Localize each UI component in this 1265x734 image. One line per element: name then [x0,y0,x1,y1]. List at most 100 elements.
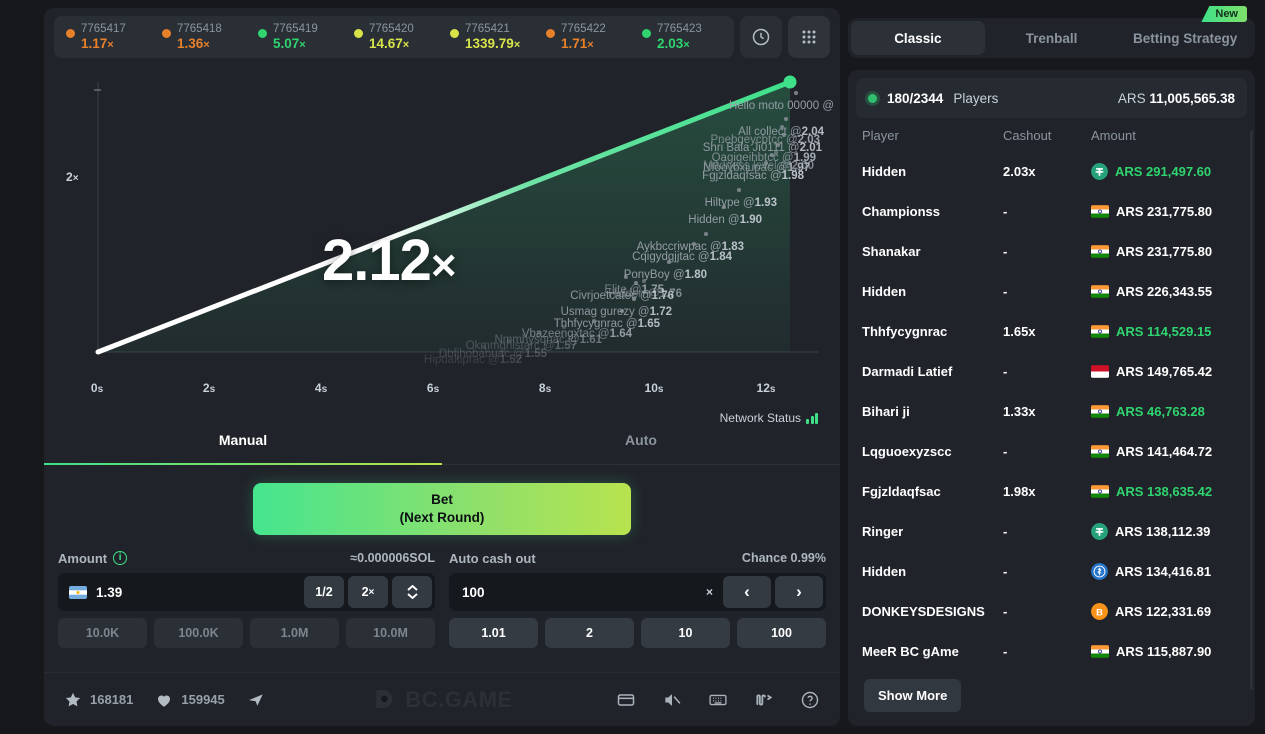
round-id: 7765418 [177,22,222,35]
table-row[interactable]: Ringer - ARS 138,112.39 [848,511,1255,551]
window-mode-button[interactable] [616,690,636,710]
chart-cashout-dot [624,275,628,279]
row-amount-group: ARS 231,775.80 [1091,244,1241,259]
round-history-item[interactable]: 7765421 1339.79× [442,23,538,52]
column-player: Player [862,128,899,143]
amount-quick-button[interactable]: 10.0M [346,618,435,648]
table-row[interactable]: Darmadi Latief - ARS 149,765.42 [848,351,1255,391]
autocashout-input[interactable]: 100 [452,585,702,600]
chance-label: Chance 0.99% [741,551,826,565]
players-summary: 180/2344 Players ARS 11,005,565.38 [856,78,1247,118]
table-row[interactable]: Shanakar - ARS 231,775.80 [848,231,1255,271]
game-column: 7765417 1.17× 7765418 1.36× 7765419 5.07× 7765… [0,0,848,734]
history-clock-button[interactable] [740,16,782,58]
table-row[interactable]: Lqguoexyzscc - ARS 141,464.72 [848,431,1255,471]
sidebar-tab-trenball[interactable]: Trenball [985,21,1119,55]
table-row[interactable]: Thhfycygnrac 1.65x ARS 114,529.15 [848,311,1255,351]
sidebar-tab-classic[interactable]: Classic [851,21,985,55]
amount-half-button[interactable]: 1/2 [304,576,344,608]
autocashout-next-button[interactable]: › [775,576,823,608]
round-history-item[interactable]: 7765422 1.71× [538,23,634,52]
players-scrollbar[interactable] [1250,130,1253,690]
round-result-dot [642,28,651,38]
amount-stepper[interactable] [392,576,432,608]
chart-cashout-dot [780,125,784,129]
amount-value: 1.39 [96,584,123,600]
footer-tools [616,690,820,710]
hotkeys-button[interactable] [708,690,728,710]
india-flag-icon [1091,444,1109,458]
send-icon [248,693,263,706]
sidebar-tab-betting-strategy[interactable]: Betting Strategy [1118,21,1252,55]
amount-quick-button[interactable]: 100.0K [154,618,243,648]
table-row[interactable]: Championss - ARS 231,775.80 [848,191,1255,231]
round-history-item[interactable]: 7765420 14.67× [346,23,442,52]
place-bet-button[interactable]: Bet (Next Round) [253,483,631,535]
x-axis-tick: 12s [756,381,776,395]
autocashout-quick-button[interactable]: 2 [545,618,634,648]
info-icon[interactable]: i [113,551,128,565]
trend-button[interactable] [754,690,774,710]
row-amount-group: ARS 134,416.81 [1091,562,1241,580]
round-result-dot [258,28,267,38]
amount-input[interactable]: 1.39 [61,585,300,600]
round-history-item[interactable]: 7765419 5.07× [250,23,346,52]
bet-tab-manual[interactable]: Manual [44,415,442,465]
usdt-icon [1091,522,1108,540]
round-result-dot [546,28,555,38]
amount-double-button[interactable]: 2 × [348,576,388,608]
round-history-list: 7765417 1.17× 7765418 1.36× 7765419 5.07× 7765… [54,16,734,58]
players-table-header: Player Cashout Amount [848,118,1255,151]
sidebar: New Classic Trenball Betting Strategy 180/… [848,6,1255,726]
table-row[interactable]: DONKEYSDESIGNS - B ARS 122,331.69 [848,591,1255,631]
favorites-stat[interactable]: 168181 [64,691,133,709]
trend-wave-icon [756,694,773,705]
history-grid-button[interactable] [788,16,830,58]
show-more-button[interactable]: Show More [864,679,962,712]
players-count-group: 180/2344 Players [868,91,998,106]
row-amount-group: ARS 138,635.42 [1091,484,1241,499]
speaker-muted-icon [665,693,681,706]
chart-cashout-dot [562,325,566,329]
round-id: 7765421 [465,22,510,35]
table-row[interactable]: Bihari ji 1.33x ARS 46,763.28 [848,391,1255,431]
amount-label: Amount [58,550,108,566]
table-row[interactable]: Hidden 2.03x ARS 291,497.60 [848,151,1255,191]
bet-tab-auto[interactable]: Auto [442,415,840,464]
chevron-down-icon [406,593,418,599]
amount-control: Amount i ≈0.000006SOL 1.39 1/2 2 × 10.0K… [58,545,435,648]
autocashout-quick-button[interactable]: 1.01 [449,618,538,648]
column-amount: Amount [1091,128,1136,143]
row-amount-group: ARS 114,529.15 [1091,324,1241,339]
round-history-text: 7765417 1.17× [81,23,126,52]
round-history-text: 7765420 14.67× [369,23,414,52]
table-row[interactable]: MeeR BC gAme - ARS 115,887.90 [848,631,1255,671]
round-history-item[interactable]: 7765418 1.36× [154,23,250,52]
brand-label: BC.GAME [405,686,513,712]
table-row[interactable]: Hidden - ARS 226,343.55 [848,271,1255,311]
mute-button[interactable] [662,690,682,710]
round-id: 7765417 [81,22,126,35]
round-multiplier: 1339.79× [465,35,521,51]
players-count: 180/2344 [887,90,944,106]
chart-cashout-dot [782,133,786,137]
row-player-name: Lqguoexyzscc [862,443,952,459]
autocashout-quick-button[interactable]: 100 [737,618,826,648]
table-row[interactable]: Hidden - ARS 134,416.81 [848,551,1255,591]
help-button[interactable] [800,690,820,710]
amount-quick-button[interactable]: 1.0M [250,618,339,648]
round-history-text: 7765421 1339.79× [465,23,520,52]
x-axis-tick: 4s [314,381,328,395]
row-amount: ARS 114,529.15 [1116,323,1212,339]
india-flag-icon [1091,404,1109,418]
amount-quick-button[interactable]: 10.0K [58,618,147,648]
chart-cashout-dot [537,331,541,335]
autocashout-prev-button[interactable]: ‹ [723,576,771,608]
table-row[interactable]: Fgjzldaqfsac 1.98x ARS 138,635.42 [848,471,1255,511]
likes-stat[interactable]: 159945 [155,691,225,709]
round-history-item[interactable]: 7765423 2.03× [634,23,730,52]
autocashout-quick-button[interactable]: 10 [641,618,730,648]
row-amount: ARS 149,765.42 [1116,363,1213,379]
share-button[interactable] [247,691,265,709]
round-history-item[interactable]: 7765417 1.17× [58,23,154,52]
